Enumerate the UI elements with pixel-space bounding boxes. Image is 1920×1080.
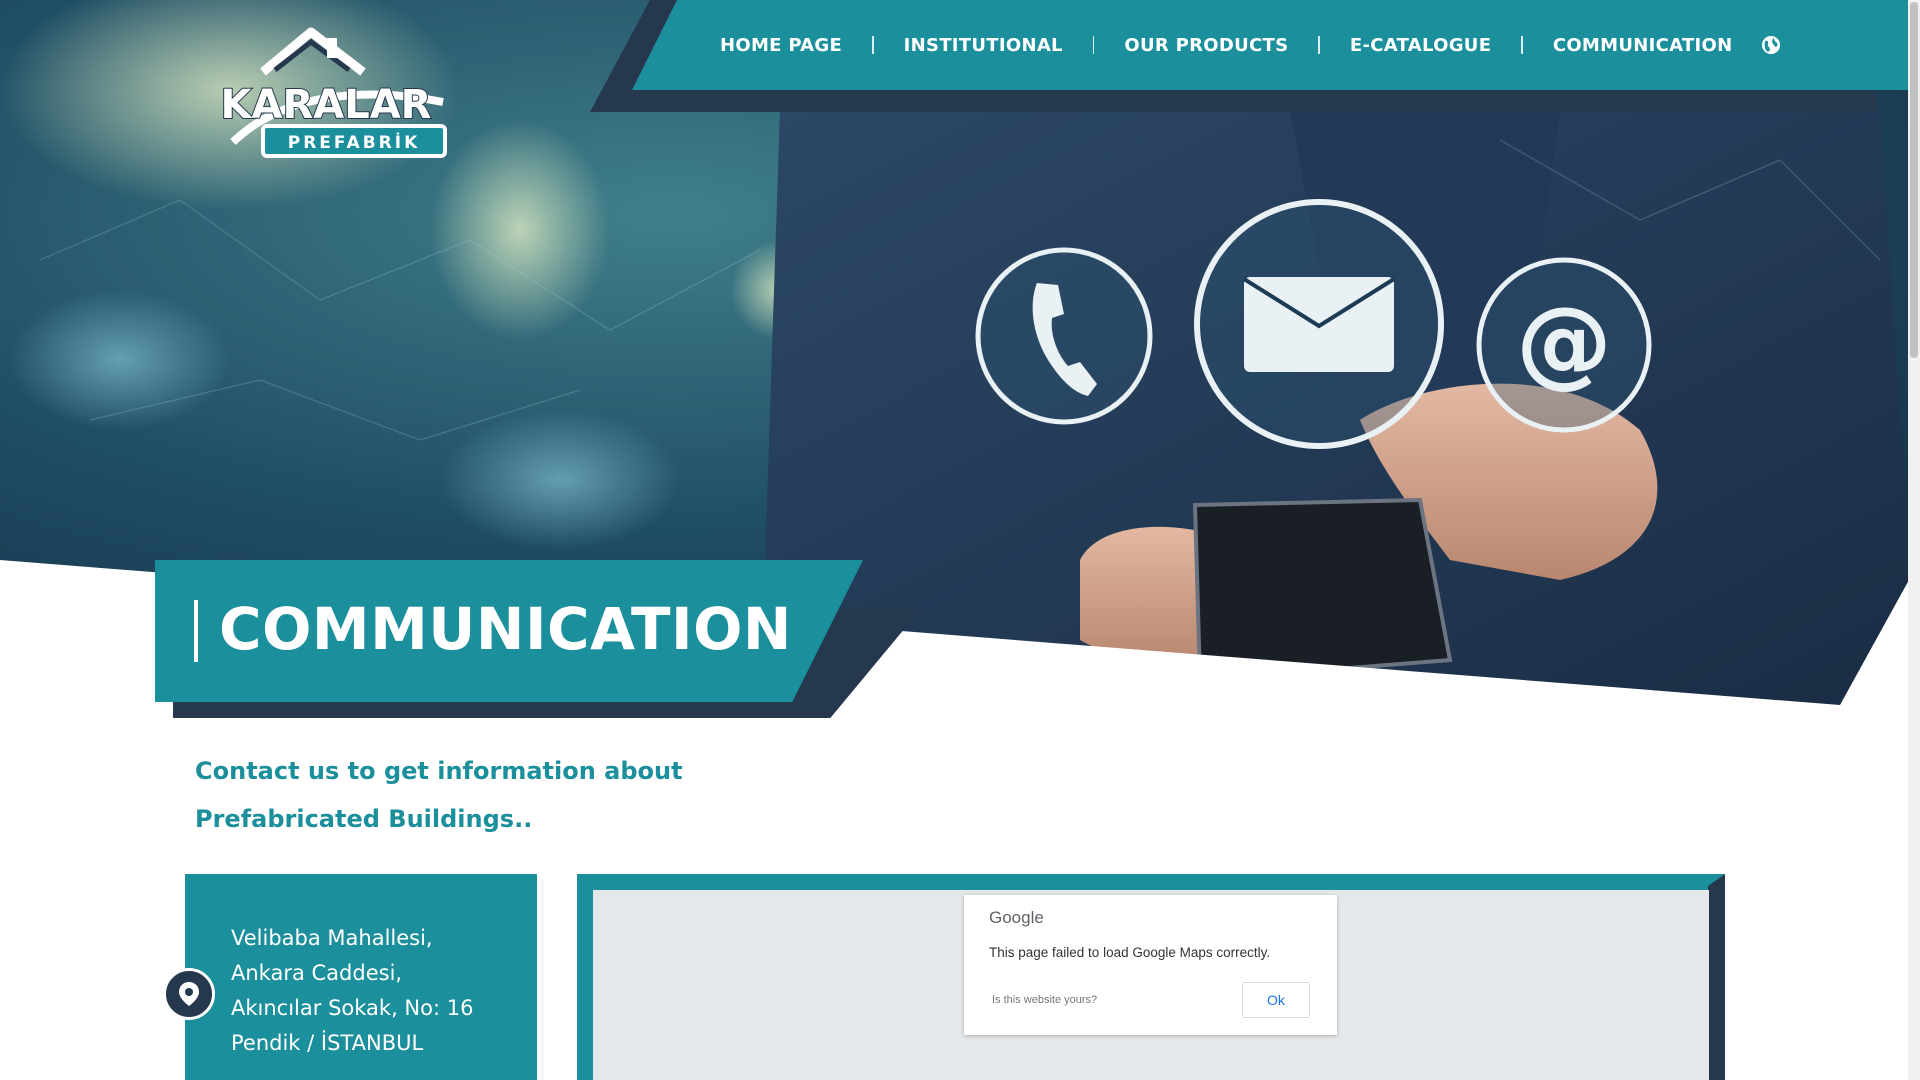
globe-icon[interactable] (1761, 35, 1781, 55)
map-frame-edge (1708, 874, 1725, 1080)
nav-separator (1092, 36, 1095, 54)
nav-separator (1521, 36, 1523, 54)
map-pin-icon (163, 968, 215, 1020)
tagline-line-2: Prefabricated Buildings.. (195, 805, 533, 833)
nav-institutional[interactable]: INSTITUTIONAL (904, 35, 1063, 56)
karalar-logo[interactable]: KARALAR PREFABRİK (193, 24, 463, 164)
svg-text:@: @ (1516, 286, 1612, 398)
map-error-message: This page failed to load Google Maps cor… (989, 945, 1271, 960)
address-line: Pendik / İSTANBUL (231, 1031, 424, 1055)
title-accent-bar (194, 600, 198, 662)
envelope-icon (1194, 199, 1444, 449)
phone-icon (975, 247, 1153, 425)
nav-our-products[interactable]: OUR PRODUCTS (1124, 35, 1288, 56)
nav-home-page[interactable]: HOME PAGE (720, 35, 842, 56)
at-sign-icon: @ (1476, 257, 1652, 433)
page-title: COMMUNICATION (219, 595, 792, 663)
ok-button[interactable]: Ok (1242, 982, 1310, 1018)
nav-separator (1318, 36, 1320, 54)
nav-separator (872, 36, 874, 54)
main-nav: HOME PAGE INSTITUTIONAL OUR PRODUCTS E-C… (632, 0, 1920, 90)
nav-communication[interactable]: COMMUNICATION (1553, 35, 1733, 56)
google-logo: Google (989, 908, 1044, 927)
address-line: Akıncılar Sokak, No: 16 (231, 996, 474, 1020)
website-owner-link[interactable]: Is this website yours? (992, 994, 1097, 1006)
scrollbar-thumb[interactable] (1910, 2, 1918, 358)
tagline-line-1: Contact us to get information about (195, 757, 683, 785)
svg-text:KARALAR: KARALAR (221, 82, 432, 128)
google-maps-error-dialog: Google This page failed to load Google M… (964, 895, 1337, 1035)
svg-text:PREFABRİK: PREFABRİK (288, 131, 421, 153)
nav-e-catalogue[interactable]: E-CATALOGUE (1350, 35, 1491, 56)
address-line: Velibaba Mahallesi, (231, 926, 433, 950)
address-line: Ankara Caddesi, (231, 961, 403, 985)
